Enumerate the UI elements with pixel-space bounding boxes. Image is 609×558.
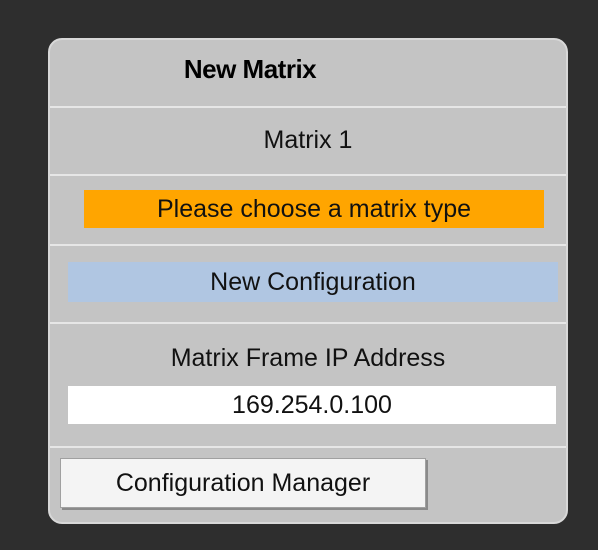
divider [50, 244, 566, 246]
window-frame: New Matrix Matrix 1 Please choose a matr… [0, 0, 598, 550]
divider [50, 174, 566, 176]
divider [50, 106, 566, 108]
divider [50, 446, 566, 448]
new-matrix-panel: New Matrix Matrix 1 Please choose a matr… [48, 38, 568, 524]
matrix-name-label: Matrix 1 [263, 126, 353, 154]
panel-title: New Matrix [183, 54, 317, 84]
matrix-type-warning[interactable]: Please choose a matrix type [84, 190, 544, 228]
ip-address-label: Matrix Frame IP Address [170, 344, 446, 372]
configuration-manager-button[interactable]: Configuration Manager [60, 458, 426, 508]
divider [50, 322, 566, 324]
new-configuration-button[interactable]: New Configuration [68, 262, 558, 302]
ip-address-input[interactable] [68, 386, 556, 424]
